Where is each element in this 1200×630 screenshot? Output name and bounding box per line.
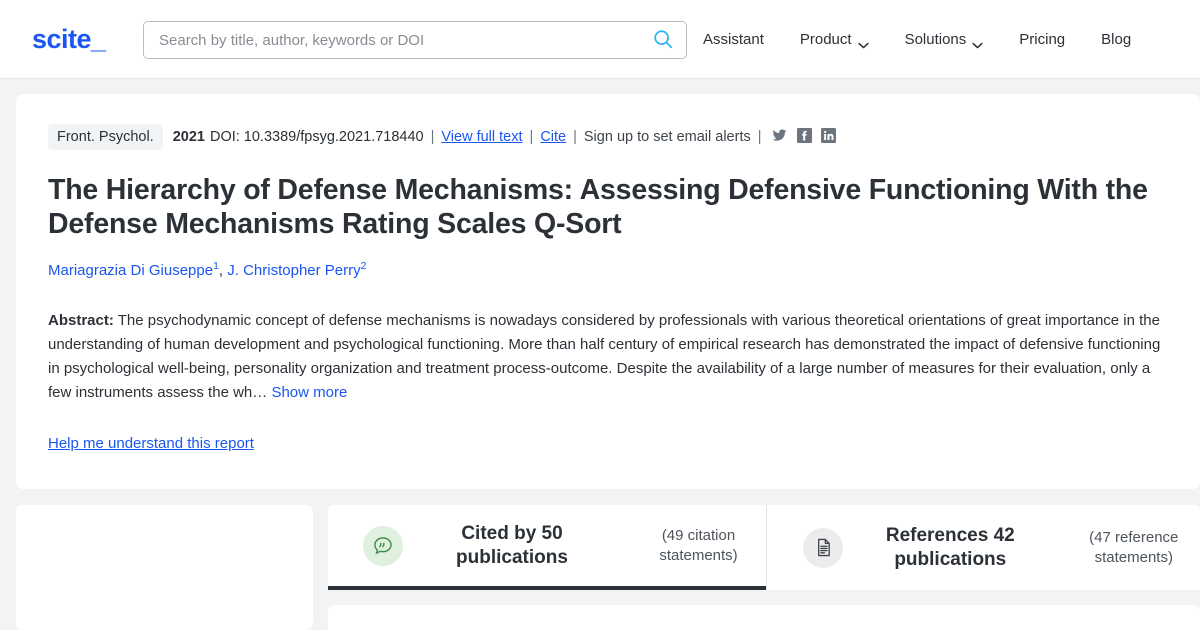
paper-detail-card: Front. Psychol. 2021 DOI: 10.3389/fpsyg.… xyxy=(16,94,1200,489)
tab-references-label: References 42 publications xyxy=(885,524,1015,570)
paper-metadata-row: Front. Psychol. 2021 DOI: 10.3389/fpsyg.… xyxy=(48,123,1168,151)
email-alerts-link[interactable]: Sign up to set email alerts xyxy=(584,130,751,145)
nav-item-assistant[interactable]: Assistant xyxy=(703,31,764,48)
tab-cited-by[interactable]: Cited by 50 publications (49 citation st… xyxy=(328,505,766,590)
facebook-icon[interactable] xyxy=(796,127,812,147)
author-separator: , xyxy=(218,262,228,280)
search-input[interactable] xyxy=(144,31,640,49)
site-header: scite_ Assistant Product Solutions xyxy=(0,0,1200,79)
tab-cited-by-statements: (49 citation statements) xyxy=(659,527,738,564)
tab-references-statements: (47 reference statements) xyxy=(1089,529,1179,566)
main-navigation: Assistant Product Solutions Pricing Blog xyxy=(703,0,1131,79)
metadata-separator: | xyxy=(757,128,762,145)
sidebar-panel xyxy=(16,505,313,630)
nav-label-assistant: Assistant xyxy=(703,31,764,48)
page-title: The Hierarchy of Defense Mechanisms: Ass… xyxy=(48,174,1148,241)
author-link[interactable]: J. Christopher Perry2 xyxy=(227,260,367,280)
abstract-text: Abstract: The psychodynamic concept of d… xyxy=(48,309,1168,405)
author-affiliation: 2 xyxy=(360,260,367,273)
nav-item-product[interactable]: Product xyxy=(799,31,869,49)
chevron-down-icon xyxy=(857,36,869,49)
view-full-text-link[interactable]: View full text xyxy=(441,130,522,145)
nav-label-product: Product xyxy=(799,31,852,48)
scite-logo[interactable]: scite_ xyxy=(32,25,106,53)
cite-link[interactable]: Cite xyxy=(540,130,566,145)
social-share-group xyxy=(771,127,836,147)
results-panel xyxy=(328,605,1200,630)
metadata-separator: | xyxy=(529,128,534,145)
document-icon xyxy=(803,527,843,568)
abstract-body: The psychodynamic concept of defense mec… xyxy=(48,311,1161,401)
search-icon xyxy=(652,28,674,53)
chevron-down-icon xyxy=(972,36,983,49)
tab-cited-by-label: Cited by 50 publications xyxy=(456,522,568,568)
nav-item-pricing[interactable]: Pricing xyxy=(1019,31,1065,48)
nav-label-solutions: Solutions xyxy=(904,31,967,48)
search-bar[interactable] xyxy=(143,21,687,59)
author-list: Mariagrazia Di Giuseppe1, J. Christopher… xyxy=(48,260,1168,281)
show-more-link[interactable]: Show more xyxy=(271,384,347,401)
nav-label-pricing: Pricing xyxy=(1019,31,1066,48)
metadata-separator: | xyxy=(573,128,577,145)
author-name: Mariagrazia Di Giuseppe xyxy=(48,262,214,280)
author-link[interactable]: Mariagrazia Di Giuseppe1 xyxy=(48,260,219,280)
nav-label-blog: Blog xyxy=(1101,31,1132,48)
author-name: J. Christopher Perry xyxy=(227,262,361,280)
help-understand-report-link[interactable]: Help me understand this report xyxy=(48,435,254,452)
abstract-label: Abstract: xyxy=(48,311,114,329)
publication-year: 2021 xyxy=(172,128,205,145)
tab-references[interactable]: References 42 publications (47 reference… xyxy=(766,505,1200,590)
doi-text: DOI: 10.3389/fpsyg.2021.718440 xyxy=(209,128,424,145)
search-button[interactable] xyxy=(640,22,686,58)
nav-item-blog[interactable]: Blog xyxy=(1101,31,1131,48)
linkedin-icon[interactable] xyxy=(820,127,836,147)
citation-tabs: Cited by 50 publications (49 citation st… xyxy=(328,505,1200,590)
quote-bubble-icon xyxy=(363,525,403,566)
nav-item-solutions[interactable]: Solutions xyxy=(904,31,984,49)
journal-badge: Front. Psychol. xyxy=(48,123,163,151)
twitter-icon[interactable] xyxy=(771,128,788,147)
metadata-separator: | xyxy=(430,128,435,145)
